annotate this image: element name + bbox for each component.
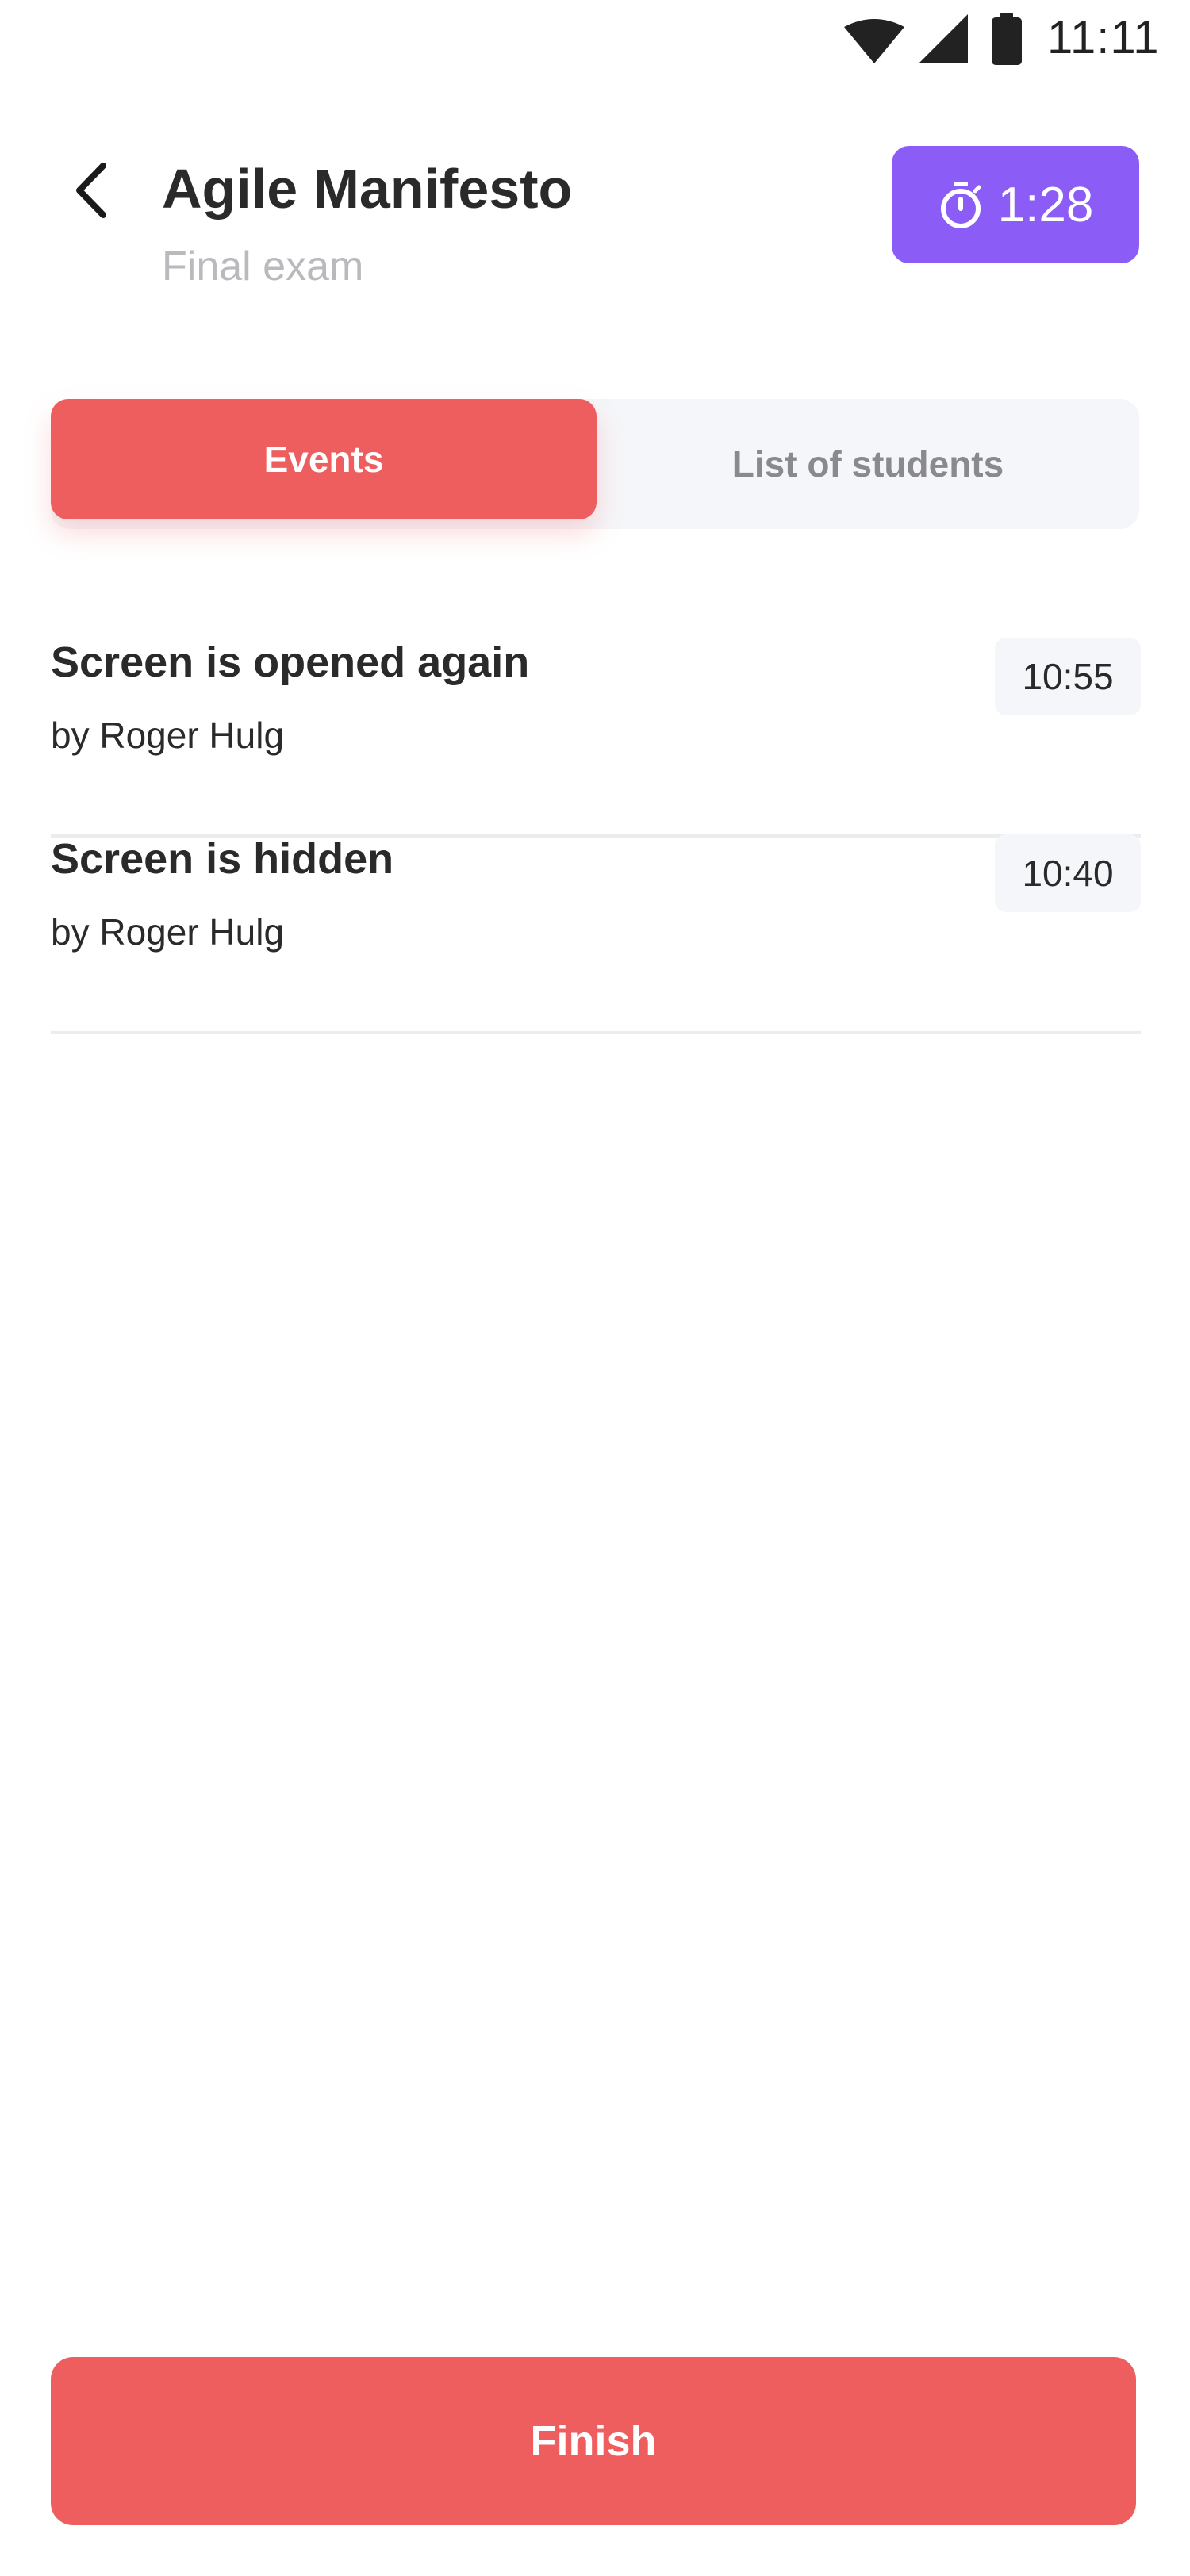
list-item[interactable]: Screen is hidden by Roger Hulg 10:40 [51,834,1141,1034]
wifi-icon [844,19,904,63]
battery-icon [992,13,1022,65]
event-time-badge: 10:40 [995,834,1141,912]
event-author: by Roger Hulg [51,911,285,953]
status-time: 11:11 [1047,12,1160,63]
tab-list-of-students[interactable]: List of students [597,399,1139,529]
chevron-left-icon [76,163,106,218]
status-bar: 11:11 [0,0,1190,79]
page-subtitle: Final exam [162,243,364,289]
page-title: Agile Manifesto [162,158,573,220]
event-author: by Roger Hulg [51,715,285,756]
back-button[interactable] [56,151,127,230]
timer-badge[interactable]: 1:28 [892,146,1139,263]
event-title: Screen is opened again [51,638,530,686]
finish-button[interactable]: Finish [51,2357,1136,2525]
list-item[interactable]: Screen is opened again by Roger Hulg 10:… [51,638,1141,838]
signal-icon [919,14,968,63]
timer-value: 1:28 [997,177,1094,232]
tab-bar: Events List of students [51,399,1139,529]
tab-events[interactable]: Events [51,399,597,519]
event-time-badge: 10:55 [995,638,1141,715]
stopwatch-icon [940,182,981,228]
event-title: Screen is hidden [51,835,394,883]
